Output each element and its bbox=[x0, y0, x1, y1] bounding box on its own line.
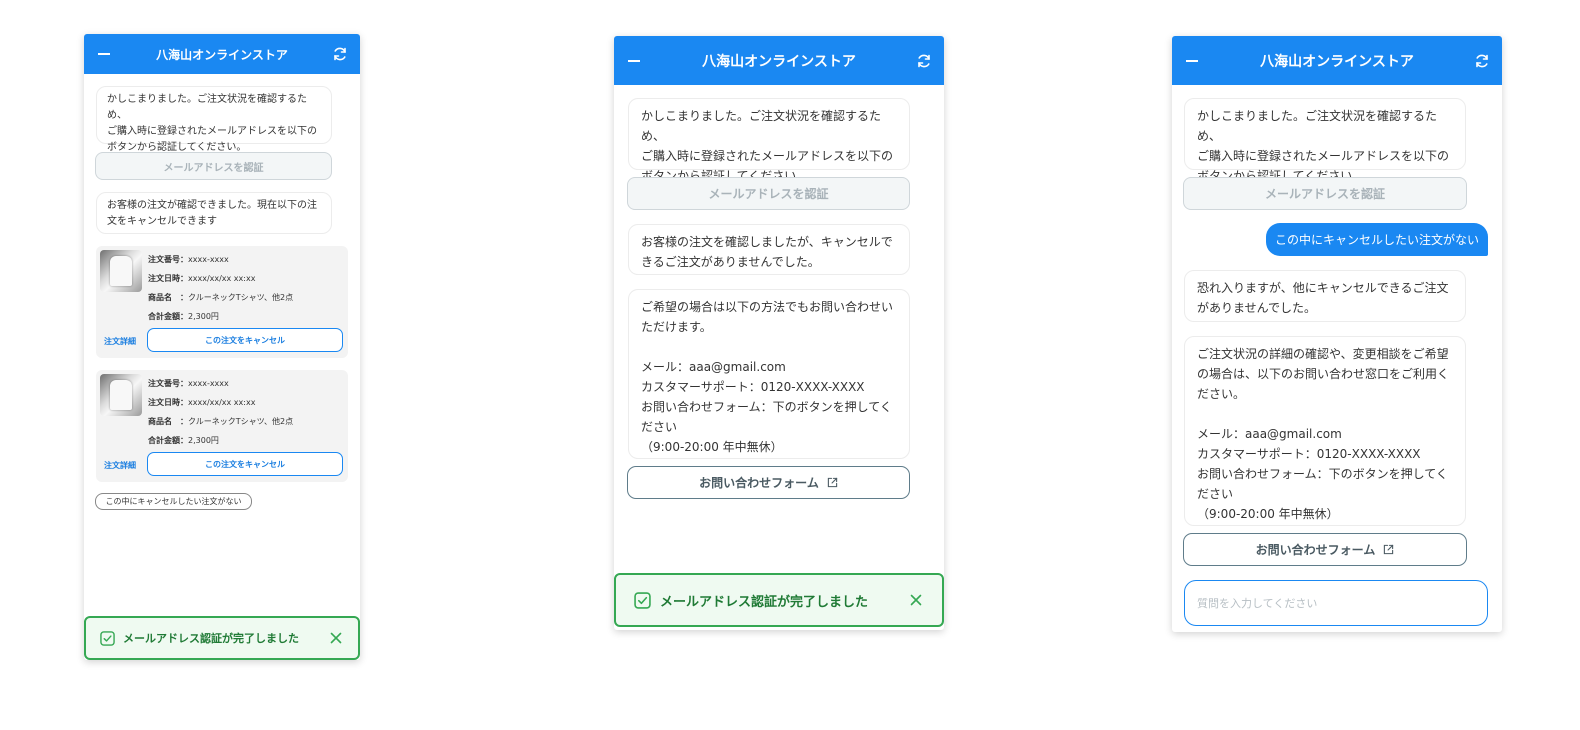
order-date: 注文日時：xxxx/xx/xx xx:xx bbox=[148, 274, 256, 283]
order-number: 注文番号：xxxx-xxxx bbox=[148, 379, 229, 388]
bot-message-orders: お客様の注文が確認できました。現在以下の注文をキャンセルできます bbox=[96, 192, 332, 234]
cancel-order-button[interactable]: この注文をキャンセル bbox=[147, 328, 343, 352]
product-thumbnail bbox=[100, 250, 142, 292]
chat-header: 八海山オンラインストア bbox=[84, 34, 360, 74]
order-total: 合計金額：2,300円 bbox=[148, 436, 219, 445]
no-cancel-option-button[interactable]: この中にキャンセルしたい注文がない bbox=[95, 493, 252, 510]
check-icon bbox=[100, 630, 115, 646]
external-link-icon bbox=[827, 477, 838, 488]
bot-message-sorry: 恐れ入りますが、他にキャンセルできるご注文がありませんでした。 bbox=[1184, 270, 1466, 322]
close-icon[interactable] bbox=[910, 594, 922, 606]
contact-form-label: お問い合わせフォーム bbox=[1255, 543, 1376, 557]
check-icon bbox=[634, 591, 651, 609]
bot-message-verify: かしこまりました。ご注文状況を確認するため、 ご購入時に登録されたメールアドレス… bbox=[628, 98, 910, 183]
chat-window-3: 八海山オンラインストア かしこまりました。ご注文状況を確認するため、 ご購入時に… bbox=[1172, 36, 1502, 632]
chat-window-1: 八海山オンラインストア かしこまりました。ご注文状況を確認するため、 ご購入時に… bbox=[84, 34, 360, 660]
close-icon[interactable] bbox=[330, 632, 342, 644]
minimize-icon[interactable] bbox=[628, 59, 640, 62]
minimize-icon[interactable] bbox=[98, 53, 110, 55]
toast-message: メールアドレス認証が完了しました bbox=[660, 594, 869, 610]
header-title: 八海山オンラインストア bbox=[1260, 53, 1414, 70]
bot-message-contact: ご希望の場合は以下の方法でもお問い合わせいただけます。 メール：aaa@gmai… bbox=[628, 289, 910, 459]
success-toast: メールアドレス認証が完了しました bbox=[614, 573, 944, 627]
header-title: 八海山オンラインストア bbox=[702, 53, 856, 70]
contact-form-button[interactable]: お問い合わせフォーム bbox=[627, 466, 910, 499]
chat-header: 八海山オンラインストア bbox=[614, 36, 944, 85]
verify-email-button[interactable]: メールアドレスを認証 bbox=[95, 152, 332, 180]
toast-message: メールアドレス認証が完了しました bbox=[123, 632, 299, 645]
contact-form-label: お問い合わせフォーム bbox=[699, 476, 819, 490]
chat-header: 八海山オンラインストア bbox=[1172, 36, 1502, 85]
order-number: 注文番号：xxxx-xxxx bbox=[148, 255, 229, 264]
cancel-order-button[interactable]: この注文をキャンセル bbox=[147, 452, 343, 476]
user-message: この中にキャンセルしたい注文がない bbox=[1266, 223, 1488, 256]
contact-form-button[interactable]: お問い合わせフォーム bbox=[1183, 533, 1467, 566]
order-card: 注文番号：xxxx-xxxx 注文日時：xxxx/xx/xx xx:xx 商品名… bbox=[96, 370, 348, 482]
verify-email-button[interactable]: メールアドレスを認証 bbox=[1183, 177, 1467, 210]
bot-message-contact-detail: ご注文状況の詳細の確認や、変更相談をご希望の場合は、以下のお問い合わせ窓口をご利… bbox=[1184, 336, 1466, 526]
question-input-box bbox=[1184, 580, 1488, 626]
order-date: 注文日時：xxxx/xx/xx xx:xx bbox=[148, 398, 256, 407]
bot-message-no-cancelable: お客様の注文を確認しましたが、キャンセルできるご注文がありませんでした。 bbox=[628, 224, 910, 275]
order-product: 商品名 ：クルーネックTシャツ、他2点 bbox=[148, 417, 294, 426]
minimize-icon[interactable] bbox=[1186, 59, 1198, 62]
header-title: 八海山オンラインストア bbox=[156, 47, 288, 62]
product-thumbnail bbox=[100, 374, 142, 416]
refresh-icon[interactable] bbox=[916, 53, 932, 69]
verify-email-button[interactable]: メールアドレスを認証 bbox=[627, 177, 910, 210]
order-total: 合計金額：2,300円 bbox=[148, 312, 219, 321]
refresh-icon[interactable] bbox=[1474, 53, 1490, 69]
question-input[interactable] bbox=[1185, 581, 1487, 625]
chat-window-2: 八海山オンラインストア かしこまりました。ご注文状況を確認するため、 ご購入時に… bbox=[614, 36, 944, 630]
bot-message-verify: かしこまりました。ご注文状況を確認するため、 ご購入時に登録されたメールアドレス… bbox=[96, 86, 332, 153]
order-detail-link[interactable]: 注文詳細 bbox=[104, 336, 136, 347]
refresh-icon[interactable] bbox=[332, 46, 348, 62]
success-toast: メールアドレス認証が完了しました bbox=[84, 616, 360, 660]
order-product: 商品名 ：クルーネックTシャツ、他2点 bbox=[148, 293, 294, 302]
order-detail-link[interactable]: 注文詳細 bbox=[104, 460, 136, 471]
external-link-icon bbox=[1384, 544, 1394, 555]
bot-message-verify: かしこまりました。ご注文状況を確認するため、 ご購入時に登録されたメールアドレス… bbox=[1184, 98, 1466, 183]
order-card: 注文番号：xxxx-xxxx 注文日時：xxxx/xx/xx xx:xx 商品名… bbox=[96, 246, 348, 358]
